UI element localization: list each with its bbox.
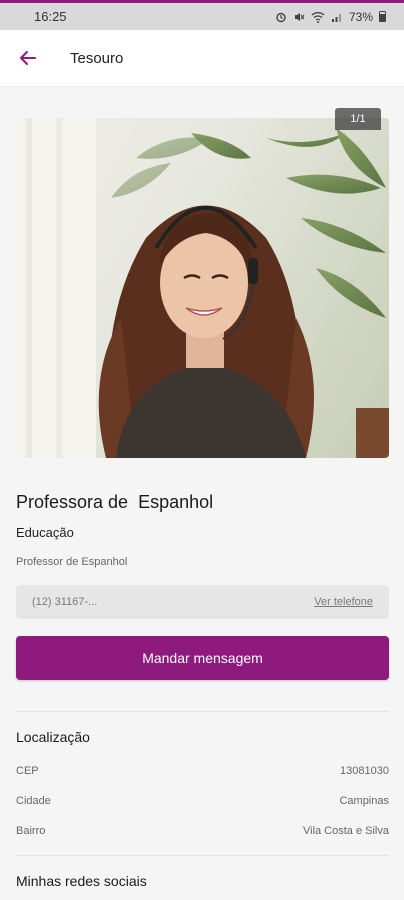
phone-masked: (12) 31167-... bbox=[32, 596, 98, 608]
status-time: 16:25 bbox=[34, 9, 67, 24]
battery-icon bbox=[379, 11, 386, 22]
divider bbox=[16, 711, 389, 712]
back-button[interactable] bbox=[0, 30, 56, 86]
listing-title: Professora de Espanhol bbox=[16, 492, 214, 512]
listing-subtitle: Professor de Espanhol bbox=[16, 556, 128, 568]
status-bar: 16:25 73% bbox=[0, 3, 404, 30]
social-heading: Minhas redes sociais bbox=[16, 873, 147, 889]
location-row-cep: CEP 13081030 bbox=[16, 765, 389, 777]
photo-counter: 1/1 bbox=[335, 108, 381, 130]
arrow-left-icon bbox=[20, 51, 36, 65]
location-label: CEP bbox=[16, 765, 39, 777]
location-label: Cidade bbox=[16, 795, 51, 807]
status-icons: 73% bbox=[275, 10, 386, 24]
location-value: Vila Costa e Silva bbox=[302, 825, 389, 837]
listing-category: Educação bbox=[16, 525, 74, 540]
location-value: Campinas bbox=[339, 795, 389, 807]
divider bbox=[16, 855, 389, 856]
signal-icon bbox=[331, 13, 341, 22]
photo-illustration bbox=[16, 118, 389, 458]
mute-icon bbox=[294, 12, 305, 21]
battery-percent: 73% bbox=[348, 9, 373, 24]
page-title: Tesouro bbox=[70, 49, 124, 67]
app-bar: Tesouro bbox=[0, 30, 404, 86]
listing-photo[interactable] bbox=[16, 118, 389, 458]
location-heading: Localização bbox=[16, 729, 90, 745]
location-row-city: Cidade Campinas bbox=[16, 795, 389, 807]
phone-row: (12) 31167-... Ver telefone bbox=[16, 585, 389, 619]
send-message-button[interactable]: Mandar mensagem bbox=[16, 636, 389, 680]
wifi-icon bbox=[311, 11, 325, 23]
alarm-icon bbox=[276, 12, 286, 22]
location-label: Bairro bbox=[16, 825, 46, 837]
location-row-neighborhood: Bairro Vila Costa e Silva bbox=[16, 825, 389, 837]
location-value: 13081030 bbox=[340, 765, 389, 777]
see-phone-link[interactable]: Ver telefone bbox=[314, 596, 373, 608]
